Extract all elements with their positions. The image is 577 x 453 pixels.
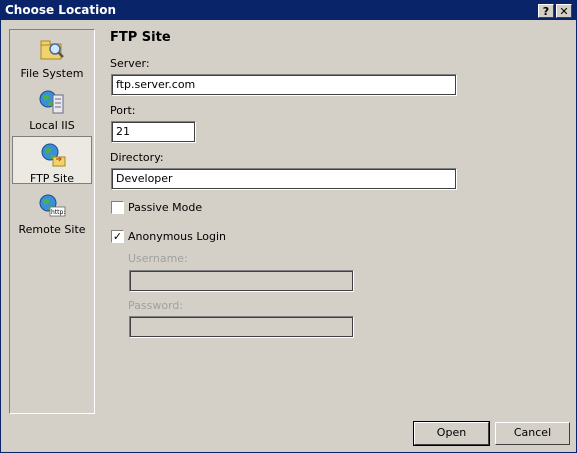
help-button[interactable]: ?: [538, 4, 554, 18]
port-input[interactable]: 21: [111, 121, 196, 143]
close-button[interactable]: ✕: [556, 4, 572, 18]
username-label: Username:: [128, 252, 188, 265]
open-button[interactable]: Open: [413, 421, 490, 446]
server-label: Server:: [110, 57, 150, 70]
globe-server-icon: [39, 90, 64, 114]
svg-text:http:: http:: [51, 209, 65, 216]
page-title: FTP Site: [110, 30, 171, 45]
sidebar-item-remote-site[interactable]: http: Remote Site: [12, 188, 92, 236]
port-label: Port:: [110, 104, 136, 117]
server-input[interactable]: ftp.server.com: [111, 74, 457, 96]
sidebar-item-ftp-site[interactable]: FTP Site: [12, 136, 92, 185]
sidebar-item-label: File System: [20, 67, 84, 80]
sidebar-item-local-iis[interactable]: Local IIS: [12, 84, 92, 132]
title-bar: Choose Location ? ✕: [1, 1, 576, 20]
directory-input[interactable]: Developer: [111, 168, 457, 190]
username-input[interactable]: [129, 270, 354, 292]
location-sidebar: File System Local IIS FTP Site http: Rem…: [9, 29, 95, 414]
folder-search-icon: [40, 40, 64, 60]
sidebar-item-file-system[interactable]: File System: [12, 32, 92, 80]
anonymous-login-label[interactable]: Anonymous Login: [128, 230, 226, 243]
cancel-button[interactable]: Cancel: [495, 422, 570, 445]
directory-label: Directory:: [110, 151, 164, 164]
globe-http-icon: http:: [39, 194, 66, 217]
anonymous-login-checkbox[interactable]: ✓: [111, 230, 124, 243]
password-label: Password:: [128, 299, 184, 312]
choose-location-dialog: Choose Location ? ✕ File System Local II…: [0, 0, 577, 453]
password-input[interactable]: [129, 316, 354, 338]
sidebar-item-label: FTP Site: [29, 172, 75, 185]
sidebar-item-label: Remote Site: [18, 223, 86, 236]
sidebar-item-label: Local IIS: [29, 119, 75, 132]
window-title: Choose Location: [5, 3, 117, 17]
globe-folder-icon: [41, 143, 66, 167]
passive-mode-label[interactable]: Passive Mode: [128, 201, 202, 214]
passive-mode-checkbox[interactable]: [111, 201, 124, 214]
